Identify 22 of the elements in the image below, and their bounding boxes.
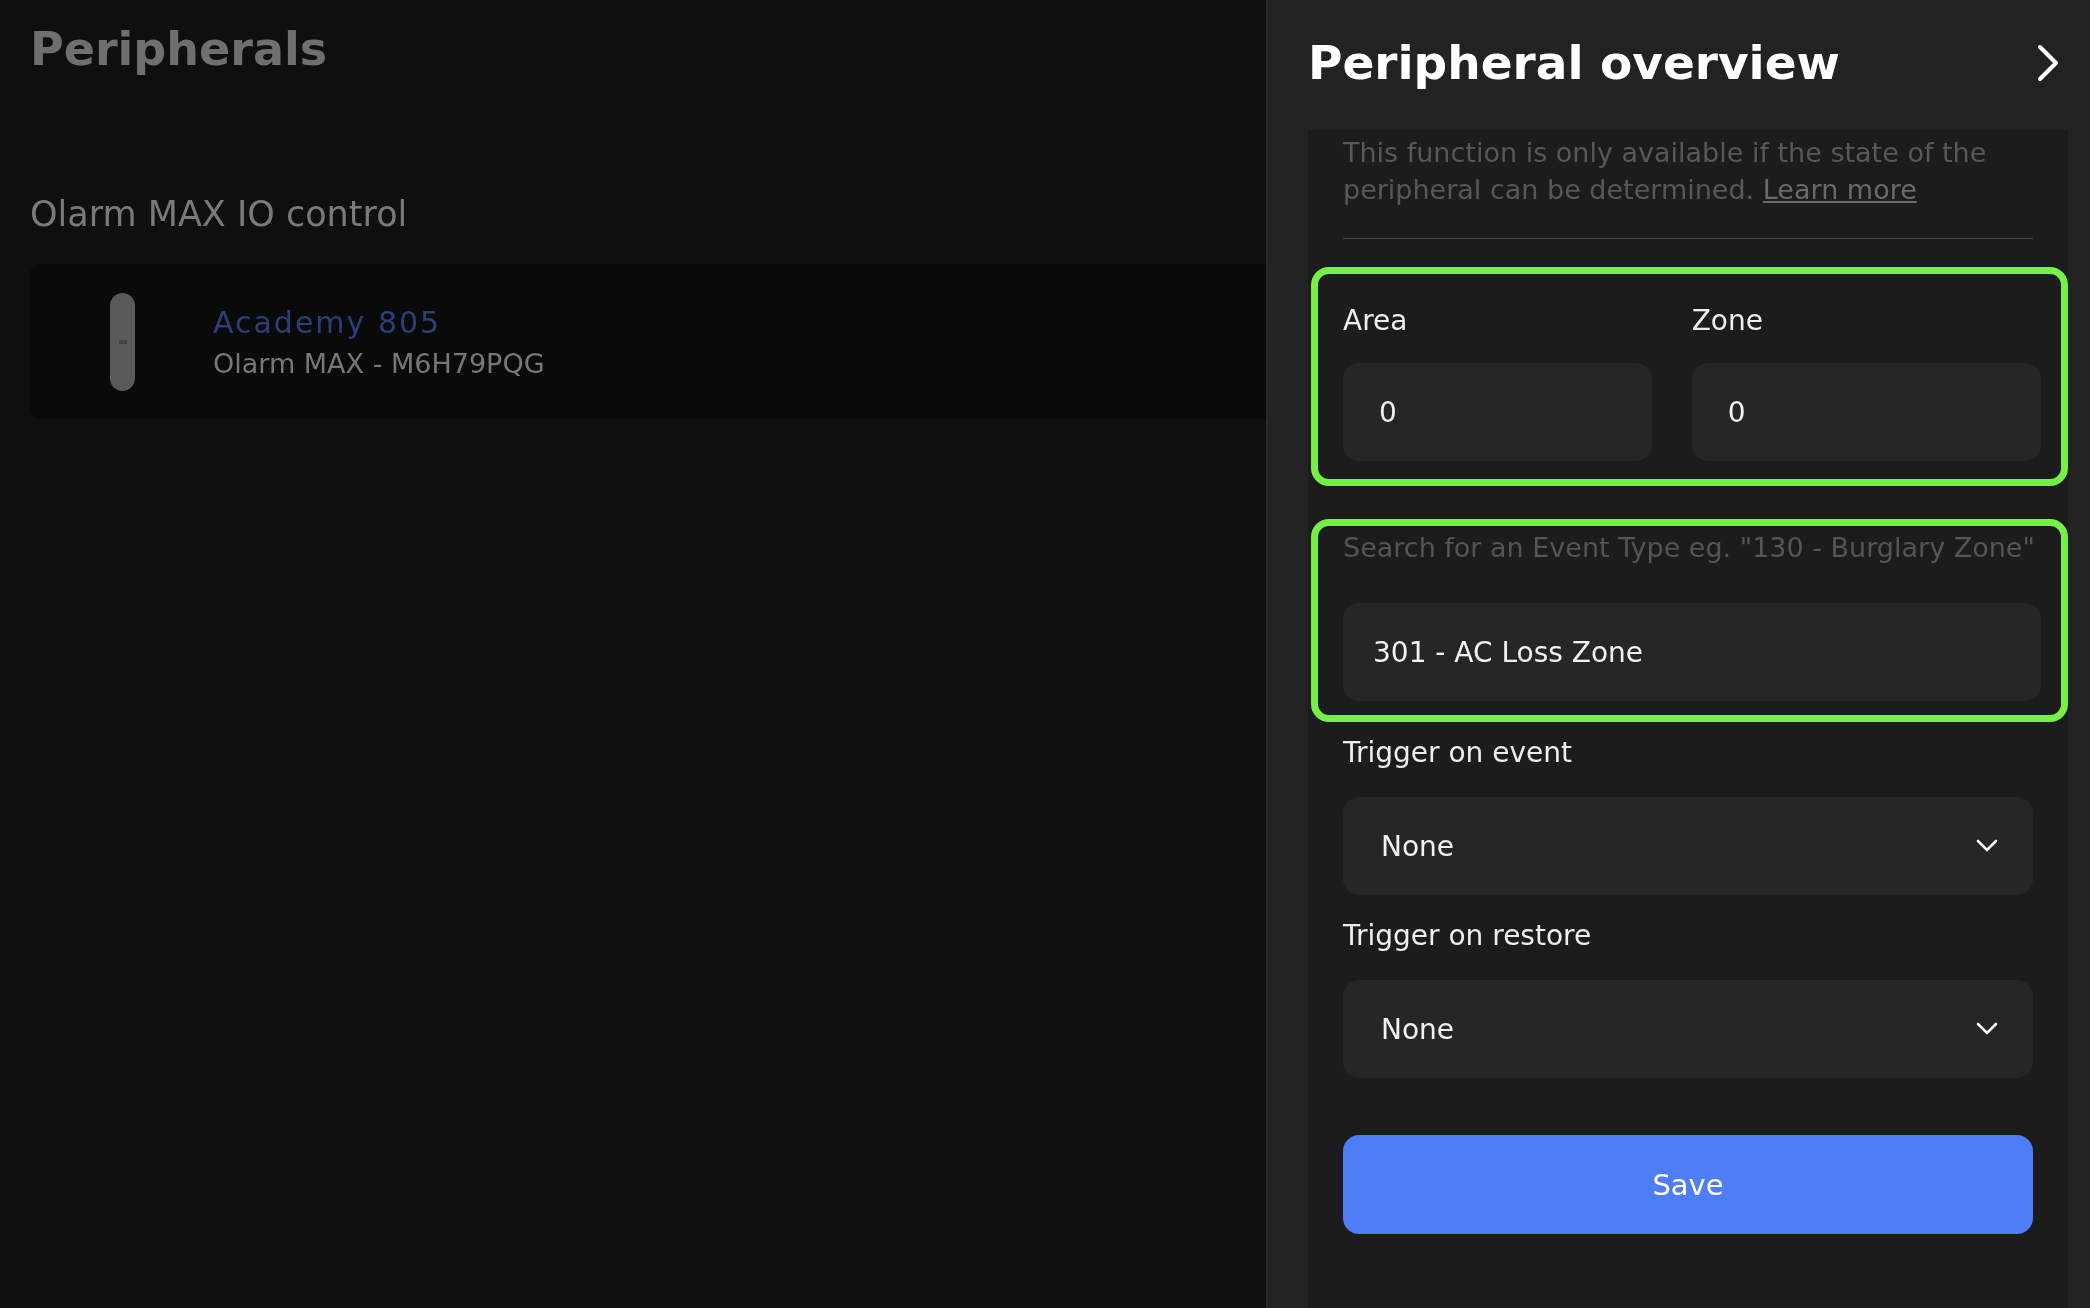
search-hint: Search for an Event Type eg. "130 - Burglary Zone" xyxy=(1343,532,2035,563)
chevron-down-icon xyxy=(1976,839,1998,853)
field-label: Area xyxy=(1343,304,1408,337)
page-title: Peripherals xyxy=(30,22,328,76)
chevron-down-icon xyxy=(1976,1022,1998,1036)
event-search-field[interactable]: 301 - AC Loss Zone xyxy=(1343,603,2041,701)
select-label: Trigger on event xyxy=(1343,736,1572,769)
device-icon xyxy=(110,292,135,391)
device-subtitle: Olarm MAX - M6H79PQG xyxy=(213,347,545,379)
device-name: Academy 805 xyxy=(213,304,442,340)
dropdown-select[interactable]: None xyxy=(1343,797,2033,895)
chevron-right-icon[interactable] xyxy=(2036,42,2060,83)
dropdown-select[interactable]: None xyxy=(1343,980,2033,1078)
select-label: Trigger on restore xyxy=(1343,919,1592,952)
field-label: Zone xyxy=(1691,304,1763,337)
panel-title: Peripheral overview xyxy=(1308,35,1840,90)
section-title: Olarm MAX IO control xyxy=(30,194,408,234)
device-card[interactable]: Academy 805 Olarm MAX - M6H79PQG xyxy=(30,264,1266,419)
save-button[interactable]: Save xyxy=(1343,1135,2033,1234)
info-text: This function is only available if the state of the peripheral can be determined. Learn more xyxy=(1343,134,2033,239)
number-field[interactable]: 0 xyxy=(1343,363,1652,461)
number-field[interactable]: 0 xyxy=(1691,363,2041,461)
